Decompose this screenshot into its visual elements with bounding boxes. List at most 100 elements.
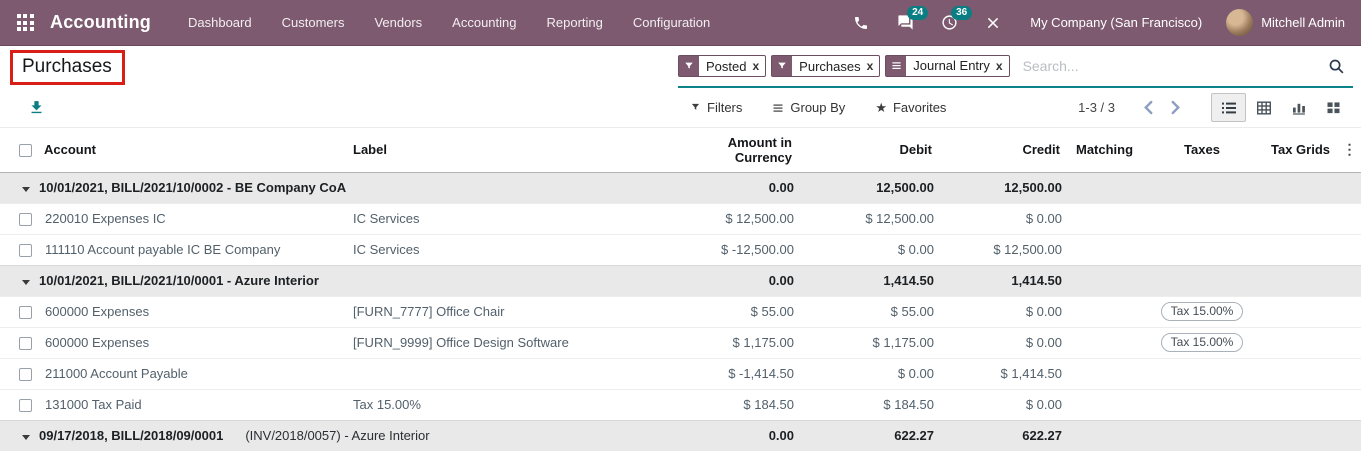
cell-taxes[interactable]: [1144, 388, 1260, 420]
cell-label[interactable]: IC Services: [353, 202, 670, 234]
cell-account[interactable]: 211000 Account Payable: [44, 357, 353, 389]
optional-columns-icon[interactable]: ⋮: [1338, 128, 1361, 173]
apps-menu-icon[interactable]: [14, 12, 36, 34]
column-header-matching[interactable]: Matching: [1068, 128, 1144, 173]
journal-item-row[interactable]: 131000 Tax Paid Tax 15.00% $ 184.50 $ 18…: [0, 388, 1361, 420]
cell-label[interactable]: Tax 15.00%: [353, 388, 670, 420]
cell-debit[interactable]: $ 0.00: [800, 357, 940, 389]
cell-credit[interactable]: $ 0.00: [940, 295, 1068, 327]
favorites-dropdown[interactable]: ★ Favorites: [875, 100, 946, 116]
search-facet[interactable]: Purchases x: [771, 55, 881, 78]
nav-menu-item[interactable]: Vendors: [359, 0, 437, 46]
cell-taxgrids[interactable]: [1260, 388, 1338, 420]
cell-amount-currency[interactable]: $ 12,500.00: [670, 202, 800, 234]
row-checkbox[interactable]: [19, 337, 32, 351]
group-title-cell[interactable]: 10/01/2021, BILL/2021/10/0002 - BE Compa…: [0, 171, 670, 203]
journal-item-row[interactable]: 111110 Account payable IC BE Company IC …: [0, 233, 1361, 265]
pager-next-button[interactable]: [1162, 100, 1189, 115]
cell-matching[interactable]: [1068, 357, 1144, 389]
cell-account[interactable]: 131000 Tax Paid: [44, 388, 353, 420]
nav-menu-item[interactable]: Accounting: [437, 0, 531, 46]
cell-debit[interactable]: $ 55.00: [800, 295, 940, 327]
search-facet[interactable]: Posted x: [678, 55, 767, 78]
pager-previous-button[interactable]: [1135, 100, 1162, 115]
group-row[interactable]: 10/01/2021, BILL/2021/10/0001 - Azure In…: [0, 264, 1361, 296]
cell-matching[interactable]: [1068, 202, 1144, 234]
collapse-caret-icon[interactable]: [22, 435, 30, 441]
cell-matching[interactable]: [1068, 326, 1144, 358]
company-switcher[interactable]: My Company (San Francisco): [1030, 15, 1202, 30]
cell-credit[interactable]: $ 1,414.50: [940, 357, 1068, 389]
column-header-account[interactable]: Account: [44, 128, 353, 173]
cell-debit[interactable]: $ 0.00: [800, 233, 940, 265]
cell-amount-currency[interactable]: $ 55.00: [670, 295, 800, 327]
cell-taxes[interactable]: [1144, 202, 1260, 234]
cell-matching[interactable]: [1068, 388, 1144, 420]
cell-taxes[interactable]: Tax 15.00%: [1144, 326, 1260, 358]
cell-matching[interactable]: [1068, 233, 1144, 265]
cell-credit[interactable]: $ 12,500.00: [940, 233, 1068, 265]
cell-label[interactable]: [353, 357, 670, 389]
cell-debit[interactable]: $ 12,500.00: [800, 202, 940, 234]
collapse-caret-icon[interactable]: [22, 187, 30, 192]
cell-debit[interactable]: $ 1,175.00: [800, 326, 940, 358]
cell-matching[interactable]: [1068, 295, 1144, 327]
app-title[interactable]: Accounting: [50, 12, 151, 33]
cell-taxgrids[interactable]: [1260, 295, 1338, 327]
export-button[interactable]: [28, 99, 45, 116]
collapse-caret-icon[interactable]: [22, 280, 30, 285]
search-facet[interactable]: Journal Entry x: [885, 54, 1010, 77]
row-checkbox[interactable]: [19, 399, 32, 413]
cell-account[interactable]: 220010 Expenses IC: [44, 202, 353, 234]
row-checkbox[interactable]: [19, 244, 32, 258]
facet-remove-icon[interactable]: x: [996, 56, 1009, 76]
cell-taxes[interactable]: [1144, 233, 1260, 265]
column-header-credit[interactable]: Credit: [940, 128, 1068, 173]
page-title[interactable]: Purchases: [22, 56, 112, 77]
group-row[interactable]: 09/17/2018, BILL/2018/09/0001 (INV/2018/0…: [0, 419, 1361, 451]
activities-button[interactable]: 36: [932, 5, 973, 40]
facet-remove-icon[interactable]: x: [752, 56, 765, 76]
cell-label[interactable]: [FURN_7777] Office Chair: [353, 295, 670, 327]
cell-credit[interactable]: $ 0.00: [940, 388, 1068, 420]
group-by-dropdown[interactable]: Group By: [772, 100, 845, 115]
nav-menu-item[interactable]: Customers: [267, 0, 360, 46]
journal-item-row[interactable]: 220010 Expenses IC IC Services $ 12,500.…: [0, 202, 1361, 234]
search-bar[interactable]: Posted x Purchases x Journal Entry x: [678, 46, 1353, 88]
cell-taxgrids[interactable]: [1260, 233, 1338, 265]
group-title-cell[interactable]: 09/17/2018, BILL/2018/09/0001 (INV/2018/0…: [0, 419, 670, 451]
cell-taxes[interactable]: [1144, 357, 1260, 389]
user-menu[interactable]: Mitchell Admin: [1226, 9, 1345, 36]
search-input[interactable]: [1014, 58, 1326, 74]
column-header-taxes[interactable]: Taxes: [1144, 128, 1260, 173]
cell-account[interactable]: 600000 Expenses: [44, 295, 353, 327]
cell-account[interactable]: 111110 Account payable IC BE Company: [44, 233, 353, 265]
tax-pill[interactable]: Tax 15.00%: [1160, 302, 1244, 321]
cell-label[interactable]: IC Services: [353, 233, 670, 265]
journal-item-row[interactable]: 600000 Expenses [FURN_9999] Office Desig…: [0, 326, 1361, 358]
graph-view-button[interactable]: [1281, 93, 1316, 122]
column-header-debit[interactable]: Debit: [800, 128, 940, 173]
row-checkbox[interactable]: [19, 306, 32, 320]
nav-menu-item[interactable]: Reporting: [532, 0, 618, 46]
kanban-view-button[interactable]: [1316, 93, 1351, 122]
column-header-label[interactable]: Label: [353, 128, 670, 173]
journal-item-row[interactable]: 600000 Expenses [FURN_7777] Office Chair…: [0, 295, 1361, 327]
cell-taxgrids[interactable]: [1260, 357, 1338, 389]
cell-amount-currency[interactable]: $ -1,414.50: [670, 357, 800, 389]
group-row[interactable]: 10/01/2021, BILL/2021/10/0002 - BE Compa…: [0, 171, 1361, 203]
nav-menu-item[interactable]: Dashboard: [173, 0, 267, 46]
row-checkbox[interactable]: [19, 368, 32, 382]
journal-item-row[interactable]: 211000 Account Payable $ -1,414.50 $ 0.0…: [0, 357, 1361, 389]
cell-label[interactable]: [FURN_9999] Office Design Software: [353, 326, 670, 358]
select-all-checkbox[interactable]: [19, 144, 32, 158]
cell-amount-currency[interactable]: $ 184.50: [670, 388, 800, 420]
cell-account[interactable]: 600000 Expenses: [44, 326, 353, 358]
filters-dropdown[interactable]: Filters: [690, 100, 742, 115]
group-title-cell[interactable]: 10/01/2021, BILL/2021/10/0001 - Azure In…: [0, 264, 670, 296]
cell-taxgrids[interactable]: [1260, 202, 1338, 234]
nav-menu-item[interactable]: Configuration: [618, 0, 725, 46]
tax-pill[interactable]: Tax 15.00%: [1160, 333, 1244, 352]
column-header-taxgrids[interactable]: Tax Grids: [1260, 128, 1338, 173]
voip-phone-button[interactable]: [844, 6, 878, 40]
